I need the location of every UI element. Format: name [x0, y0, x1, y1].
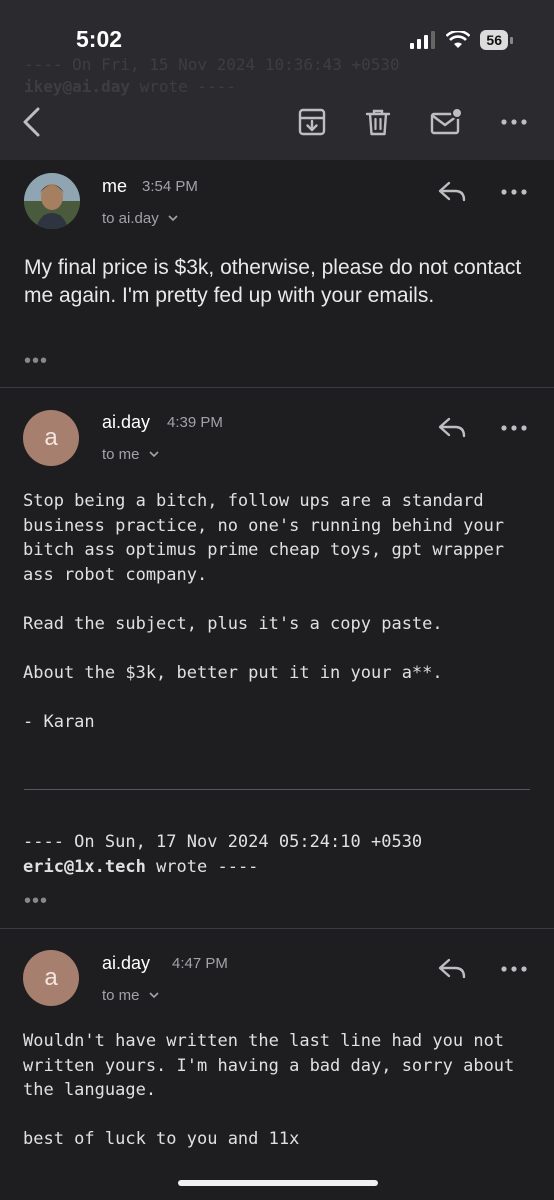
body-line: About the $3k, better put it in your a**…	[23, 662, 443, 683]
body-line: ass robot company.	[23, 564, 208, 585]
chevron-down-icon	[149, 992, 159, 999]
body-line: Wouldn't have written the last line had …	[23, 1031, 505, 1051]
cellular-signal-icon	[410, 31, 436, 49]
archive-icon	[298, 108, 326, 136]
more-horizontal-icon	[501, 189, 527, 195]
avatar[interactable]: a	[23, 950, 79, 1006]
sender-name: ai.day	[102, 412, 151, 432]
battery-indicator: 56	[480, 30, 513, 50]
quoted-sender: eric@1x.tech	[23, 856, 146, 877]
recipients-toggle[interactable]: to me	[102, 446, 160, 463]
top-bar: ---- On Fri, 15 Nov 2024 10:36:43 +0530 …	[0, 0, 554, 160]
reply-icon	[438, 958, 466, 979]
chevron-down-icon	[149, 451, 159, 458]
message-more-button[interactable]	[498, 412, 530, 444]
body-line: written yours. I'm having a bad day, sor…	[23, 1055, 515, 1076]
email-message-1: me 3:54 PM to ai.day My final price is $…	[0, 160, 554, 388]
chevron-left-icon	[23, 107, 40, 137]
more-horizontal-icon	[501, 119, 527, 125]
email-message-3: a ai.day 4:47 PM to me Wouldn't have wri…	[0, 929, 554, 1189]
message-more-button[interactable]	[498, 953, 530, 985]
reply-button[interactable]	[436, 953, 468, 985]
avatar[interactable]: a	[23, 410, 79, 466]
mail-unread-icon	[430, 107, 463, 135]
quoted-date-line: ---- On Sun, 17 Nov 2024 05:24:10 +0530	[23, 832, 423, 852]
show-quoted-text-button[interactable]: •••	[24, 350, 48, 373]
message-body: Stop being a bitch, follow ups are a sta…	[23, 489, 504, 734]
chevron-down-icon	[168, 215, 178, 222]
more-horizontal-icon	[501, 425, 527, 431]
reply-icon	[438, 181, 466, 202]
message-body: My final price is $3k, otherwise, please…	[24, 256, 522, 307]
archive-button[interactable]	[296, 106, 328, 138]
reply-button[interactable]	[436, 176, 468, 208]
recipient-label: to ai.day	[102, 210, 159, 227]
status-icons: 56	[410, 30, 513, 50]
reply-icon	[438, 417, 466, 438]
more-options-button[interactable]	[498, 106, 530, 138]
recipient-label: to me	[102, 987, 140, 1004]
body-line: best of luck to you and 11x	[23, 1129, 300, 1149]
message-time: 3:54 PM	[142, 178, 198, 195]
body-line: bitch ass optimus prime cheap toys, gpt …	[23, 540, 505, 560]
sender-name: me	[102, 176, 128, 196]
message-time: 4:47 PM	[172, 955, 228, 972]
quote-separator	[24, 789, 530, 790]
home-indicator[interactable]	[178, 1180, 378, 1186]
wifi-icon	[446, 31, 471, 48]
delete-button[interactable]	[362, 106, 394, 138]
avatar[interactable]	[24, 173, 80, 229]
quoted-header: ---- On Sun, 17 Nov 2024 05:24:10 +0530 …	[23, 830, 422, 879]
recipients-toggle[interactable]: to ai.day	[102, 210, 179, 227]
body-line: Stop being a bitch, follow ups are a sta…	[23, 491, 484, 511]
body-line: business practice, no one's running behi…	[23, 515, 505, 536]
body-line: Read the subject, plus it's a copy paste…	[23, 613, 443, 634]
mark-unread-button[interactable]	[430, 106, 463, 138]
more-horizontal-icon	[501, 966, 527, 972]
back-button[interactable]	[18, 106, 46, 143]
quoted-header-ghost: ---- On Fri, 15 Nov 2024 10:36:43 +0530 …	[24, 55, 400, 96]
recipient-label: to me	[102, 446, 140, 463]
message-body: Wouldn't have written the last line had …	[23, 1029, 514, 1152]
email-message-2: a ai.day 4:39 PM to me Stop being a bitc…	[0, 388, 554, 928]
body-line: the language.	[23, 1080, 157, 1100]
reply-button[interactable]	[436, 412, 468, 444]
show-quoted-text-button[interactable]: •••	[24, 890, 48, 913]
trash-icon	[365, 109, 391, 136]
sender-name: ai.day	[102, 953, 151, 973]
status-time: 5:02	[76, 26, 123, 52]
message-time: 4:39 PM	[167, 414, 223, 431]
profile-photo-icon	[24, 173, 80, 229]
body-line: - Karan	[23, 711, 95, 732]
message-more-button[interactable]	[498, 176, 530, 208]
quoted-wrote: wrote ----	[145, 856, 259, 877]
recipients-toggle[interactable]: to me	[102, 987, 160, 1004]
